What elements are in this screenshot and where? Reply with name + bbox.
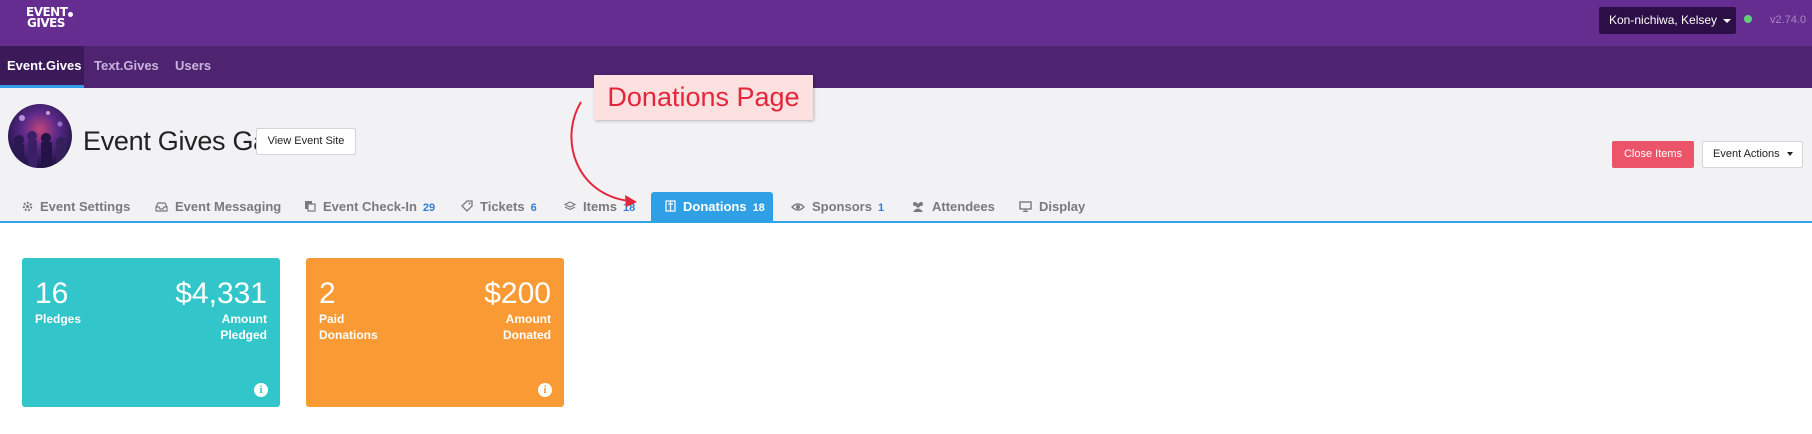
tab-label: Tickets xyxy=(480,199,525,214)
tab-label: Sponsors xyxy=(812,199,872,214)
view-event-site-button[interactable]: View Event Site xyxy=(256,128,356,155)
gift-icon xyxy=(665,193,676,222)
donations-stat-card: 2 Paid Donations $200 Amount Donated i xyxy=(306,258,564,407)
chevron-down-icon xyxy=(1786,152,1793,157)
tab-count: 18 xyxy=(752,202,765,214)
tab-count: 29 xyxy=(422,202,436,214)
pledges-label: Pledges xyxy=(35,312,82,326)
logo-dot xyxy=(68,12,74,17)
app-version: v2.74.0 xyxy=(1770,14,1807,26)
nav-event-gives[interactable]: Event.Gives xyxy=(0,46,84,88)
tab-label: Event Settings xyxy=(40,199,131,214)
tab-label: Event Messaging xyxy=(175,199,282,214)
user-menu-label: Kon-nichiwa, Kelsey xyxy=(1609,13,1718,27)
info-icon[interactable]: i xyxy=(254,383,268,397)
event-header: Event Gives Gala View Event Site Close I… xyxy=(0,88,1812,223)
tab-attendees[interactable]: Attendees xyxy=(911,192,995,221)
tab-event-check-in[interactable]: Event Check-In 29 xyxy=(304,192,435,221)
tab-label: Display xyxy=(1039,199,1086,214)
logo-line-2: GIVES xyxy=(27,16,65,30)
tab-display[interactable]: Display xyxy=(1019,192,1085,221)
tab-label: Attendees xyxy=(932,199,995,214)
paid-donations-label: Paid Donations xyxy=(319,312,378,342)
tab-label: Donations xyxy=(683,199,747,214)
gear-icon xyxy=(22,193,33,222)
tab-event-messaging[interactable]: Event Messaging xyxy=(155,192,281,221)
chevron-down-icon xyxy=(1723,18,1732,23)
close-items-button[interactable]: Close Items xyxy=(1612,141,1694,168)
tab-label: Event Check-In xyxy=(323,199,417,214)
tag-icon xyxy=(461,193,473,222)
pledges-count: 16 xyxy=(35,277,69,310)
copy-icon xyxy=(304,193,316,222)
user-menu-button[interactable]: Kon-nichiwa, Kelsey xyxy=(1599,7,1736,34)
product-nav: Event.Gives Text.Gives Users xyxy=(0,46,1812,88)
online-status-dot xyxy=(1744,15,1752,23)
users-icon xyxy=(911,193,925,222)
tab-donations[interactable]: Donations 18 xyxy=(651,192,773,221)
tab-count: 1 xyxy=(877,202,885,214)
inbox-icon xyxy=(155,193,168,222)
paid-donations-count: 2 xyxy=(319,277,336,310)
tab-sponsors[interactable]: Sponsors 1 xyxy=(791,192,884,221)
top-bar: EVENT GIVES Kon-nichiwa, Kelsey v2.74.0 xyxy=(0,0,1812,46)
event-actions-button[interactable]: Event Actions xyxy=(1702,141,1803,168)
tab-count: 6 xyxy=(530,202,537,214)
amount-pledged-label: Amount Pledged xyxy=(220,312,267,342)
donations-page-annotation: Donations Page xyxy=(594,75,813,120)
amount-donated-value: $200 xyxy=(484,277,551,310)
nav-text-gives[interactable]: Text.Gives xyxy=(94,46,159,88)
info-icon[interactable]: i xyxy=(538,383,552,397)
pledges-stat-card: 16 Pledges $4,331 Amount Pledged i xyxy=(22,258,280,407)
event-gives-logo[interactable]: EVENT GIVES xyxy=(26,6,74,30)
amount-pledged-value: $4,331 xyxy=(175,277,267,310)
event-actions-label: Event Actions xyxy=(1713,148,1780,160)
eye-icon xyxy=(791,193,805,222)
event-avatar xyxy=(8,104,72,168)
tab-tickets[interactable]: Tickets 6 xyxy=(461,192,537,221)
monitor-icon xyxy=(1019,193,1032,222)
nav-users[interactable]: Users xyxy=(175,46,211,88)
tab-event-settings[interactable]: Event Settings xyxy=(22,192,130,221)
amount-donated-label: Amount Donated xyxy=(503,312,551,342)
